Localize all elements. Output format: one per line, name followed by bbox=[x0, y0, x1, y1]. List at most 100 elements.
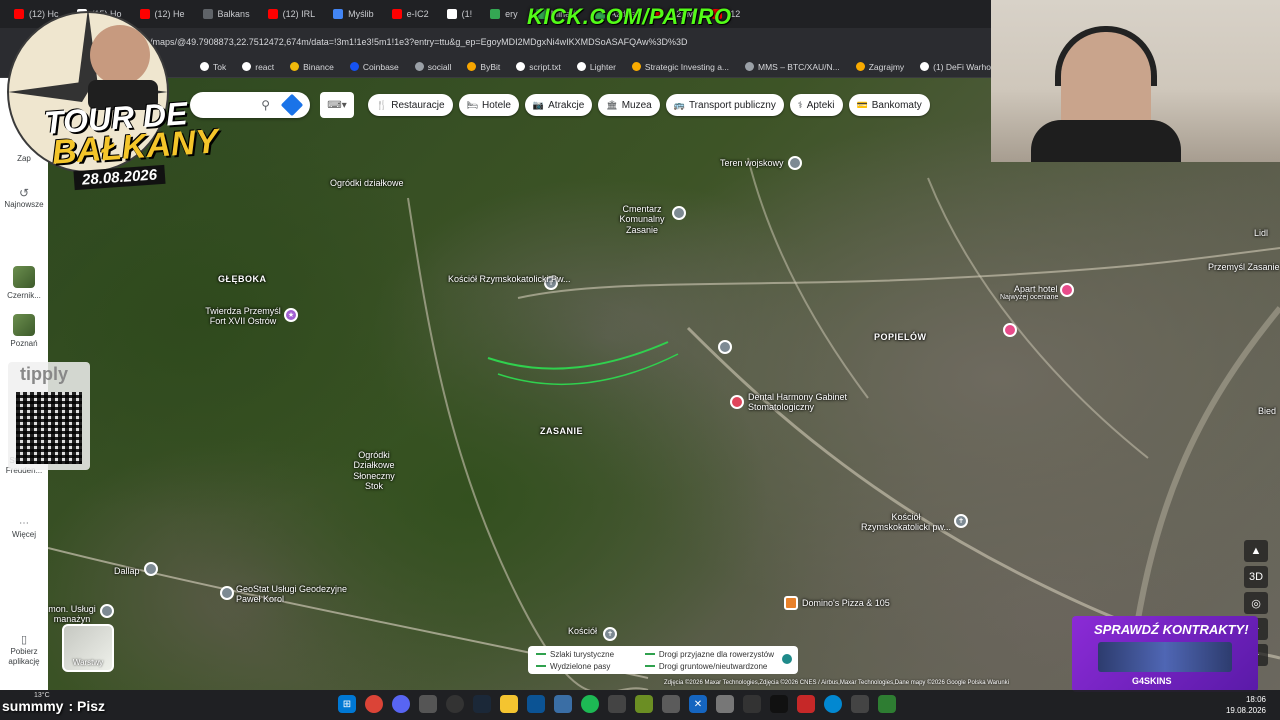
spotify-icon[interactable] bbox=[581, 695, 599, 713]
legend-label: Wydzielone pasy bbox=[550, 661, 611, 671]
telegram-icon[interactable] bbox=[824, 695, 842, 713]
place-label[interactable]: mon. Usługi manażyn bbox=[48, 604, 96, 625]
browser-tab[interactable]: (1! bbox=[439, 3, 481, 25]
hotel-pin[interactable] bbox=[1003, 323, 1017, 337]
place-label[interactable]: Kościół Rzymskokatolicki pw... bbox=[856, 512, 956, 533]
hotel-pin[interactable] bbox=[1060, 283, 1074, 297]
tipply-widget: tipply bbox=[8, 362, 90, 470]
steam-icon[interactable] bbox=[473, 695, 491, 713]
chip-muzea[interactable]: 🏛 Muzea bbox=[598, 94, 660, 116]
app-icon[interactable] bbox=[878, 695, 896, 713]
sidebar-item-poznan[interactable]: Poznań bbox=[0, 314, 48, 349]
browser-tab[interactable]: Myślib bbox=[325, 3, 382, 25]
my-location-icon[interactable]: ◎ bbox=[1244, 592, 1268, 614]
folder-icon[interactable] bbox=[500, 695, 518, 713]
place-label[interactable]: Lidl bbox=[1254, 228, 1268, 238]
windows-start-icon[interactable]: ⊞ bbox=[338, 695, 356, 713]
app-icon[interactable] bbox=[419, 695, 437, 713]
place-thumbnail bbox=[13, 314, 35, 336]
chip-restauracje[interactable]: 🍴 Restauracje bbox=[368, 94, 453, 116]
discord-icon[interactable] bbox=[392, 695, 410, 713]
sponsor-logo: G4SKINS bbox=[1132, 676, 1172, 686]
bookmark-label: Lighter bbox=[589, 61, 616, 72]
network-icon[interactable] bbox=[554, 695, 572, 713]
satellite-map[interactable]: GŁĘBOKA ZASANIE POPIELÓW Ogródki działko… bbox=[48, 78, 1280, 690]
place-label[interactable]: Ogródki działkowe bbox=[330, 178, 404, 188]
bookmark-item[interactable]: Coinbase bbox=[349, 62, 399, 72]
search-icon[interactable]: ⚲ bbox=[261, 98, 270, 112]
place-label[interactable]: Ogródki Działkowe Słoneczny Stok bbox=[344, 450, 404, 491]
chip-apteki[interactable]: ⚕ Apteki bbox=[789, 94, 843, 116]
bookmark-item[interactable]: Lighter bbox=[576, 61, 616, 72]
dental-pin[interactable] bbox=[730, 395, 744, 409]
legend-toggle[interactable] bbox=[782, 654, 792, 664]
chip-atrakcje[interactable]: 📷 Atrakcje bbox=[524, 94, 593, 116]
category-chips: 🍴 Restauracje 🛏 Hotele 📷 Atrakcje 🏛 Muzea 🚌 Trans… bbox=[368, 94, 930, 116]
obs-icon[interactable] bbox=[446, 695, 464, 713]
cemetery-pin[interactable] bbox=[672, 206, 686, 220]
tab-label: Balkans bbox=[217, 9, 250, 19]
bookmark-item[interactable]: sociall bbox=[414, 62, 451, 72]
compass-icon[interactable]: ▲ bbox=[1244, 540, 1268, 562]
bookmark-item[interactable]: ByBit bbox=[467, 62, 500, 72]
place-label[interactable]: Kościół bbox=[568, 626, 597, 636]
place-label[interactable]: Dallap bbox=[114, 566, 140, 576]
app-icon[interactable] bbox=[743, 695, 761, 713]
input-tools-button[interactable]: ⌨▾ bbox=[320, 92, 354, 118]
browser-tab[interactable]: ery bbox=[482, 3, 526, 25]
bookmark-item[interactable]: MMS – BTC/XAU/N... bbox=[745, 62, 840, 72]
chrome-icon[interactable] bbox=[365, 695, 383, 713]
place-label[interactable]: Twierdza Przemyśl Fort XVII Ostrów bbox=[198, 306, 288, 327]
district-label: POPIELÓW bbox=[874, 332, 927, 342]
military-pin[interactable] bbox=[788, 156, 802, 170]
app-icon[interactable] bbox=[851, 695, 869, 713]
poi-pin[interactable] bbox=[144, 562, 158, 576]
chip-transport-publiczny[interactable]: 🚌 Transport publiczny bbox=[665, 94, 784, 116]
directions-icon[interactable] bbox=[280, 93, 304, 117]
app-icon[interactable] bbox=[635, 695, 653, 713]
app-icon[interactable] bbox=[797, 695, 815, 713]
place-label[interactable]: Bied bbox=[1258, 406, 1276, 416]
edge-icon[interactable] bbox=[527, 695, 545, 713]
media-icon[interactable] bbox=[608, 695, 626, 713]
church-pin[interactable]: ✝ bbox=[603, 627, 617, 641]
place-label[interactable]: Domino's Pizza & 105 bbox=[802, 598, 890, 608]
place-label[interactable]: Przemyśl Zasanie bbox=[1208, 262, 1280, 272]
sidebar-item-more[interactable]: ⋯ Więcej bbox=[0, 518, 48, 540]
place-label[interactable]: Kościół Rzymskokatolicki Pw... bbox=[448, 274, 571, 284]
settings-icon[interactable] bbox=[662, 695, 680, 713]
poi-pin[interactable] bbox=[220, 586, 234, 600]
chip-hotele[interactable]: 🛏 Hotele bbox=[458, 94, 519, 116]
bookmark-item[interactable]: react bbox=[242, 62, 274, 72]
layers-button[interactable]: Warstwy bbox=[62, 624, 114, 672]
browser-tab[interactable]: e-IC2 bbox=[384, 3, 437, 25]
tilt-3d-button[interactable]: 3D bbox=[1244, 566, 1268, 588]
x-icon[interactable]: ✕ bbox=[689, 695, 707, 713]
sidebar-item-czernik[interactable]: Czernik... bbox=[0, 266, 48, 301]
bookmark-item[interactable]: Strategic Investing a... bbox=[631, 62, 729, 72]
app-icon[interactable] bbox=[716, 695, 734, 713]
sidebar-item-label: Czernik... bbox=[7, 291, 41, 300]
poi-pin[interactable] bbox=[100, 604, 114, 618]
bookmark-label: ByBit bbox=[480, 61, 501, 72]
clock[interactable]: 18:06 19.08.2026 bbox=[1226, 694, 1266, 716]
place-label[interactable]: Cmentarz Komunalny Zasanie bbox=[612, 204, 672, 235]
church-pin[interactable]: ✝ bbox=[954, 514, 968, 528]
place-label[interactable]: Dental Harmony Gabinet Stomatologiczny bbox=[748, 392, 858, 413]
url-text[interactable]: /maps/@49.7908873,22.7512472,674m/data=!… bbox=[150, 37, 688, 47]
app-icon[interactable] bbox=[770, 695, 788, 713]
tab-favicon-icon bbox=[267, 9, 278, 19]
bookmark-item[interactable]: script.txt bbox=[516, 62, 561, 72]
bed-icon: 🛏 bbox=[466, 99, 479, 110]
sidebar-item-get-app[interactable]: ▯ Pobierz aplikację bbox=[0, 634, 48, 666]
tour-badge: TOUR DE BAŁKANY 28.08.2026 bbox=[0, 0, 220, 205]
bookmark-item[interactable]: Binance bbox=[290, 62, 334, 72]
place-label[interactable]: Apart hotel bbox=[1014, 284, 1058, 294]
browser-tab[interactable]: (12) IRL bbox=[260, 3, 324, 25]
chip-bankomaty[interactable]: 💳 Bankomaty bbox=[848, 94, 930, 116]
poi-pin[interactable] bbox=[718, 340, 732, 354]
place-label[interactable]: GeoStat Usługi Geodezyjne Paweł Korol bbox=[236, 584, 356, 605]
bookmark-item[interactable]: Zagrajmy bbox=[855, 62, 904, 72]
restaurant-pin[interactable] bbox=[784, 596, 798, 610]
place-label[interactable]: Teren wojskowy bbox=[720, 158, 784, 168]
